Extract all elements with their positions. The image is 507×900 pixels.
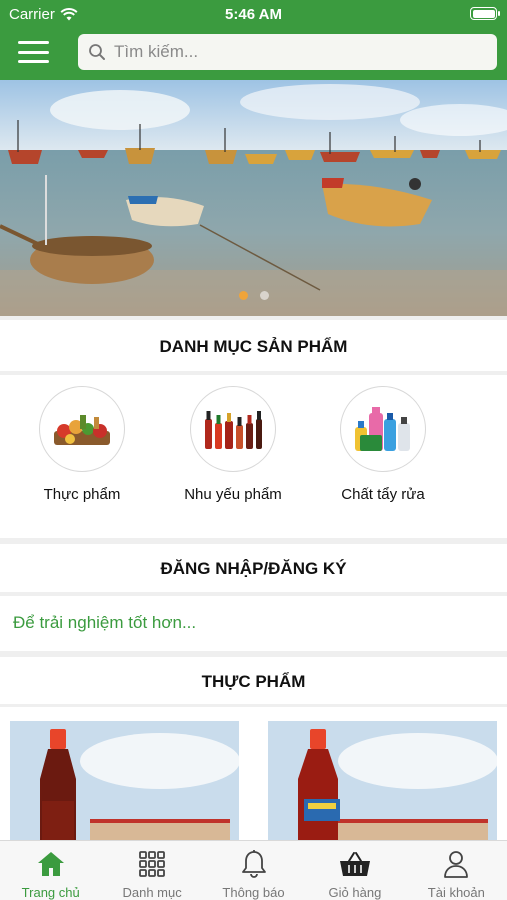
category-label: Chất tẩy rửa — [341, 486, 425, 503]
category-list: Thực phẩm Nhu yếu phẩm Chất tẩy rửa — [0, 375, 507, 538]
category-item-nhu-yeu-pham[interactable]: Nhu yếu phẩm — [158, 386, 308, 503]
basket-icon — [339, 852, 370, 876]
tab-label: Tài khoản — [427, 885, 485, 900]
tab-label: Danh mục — [122, 885, 182, 900]
search-bar[interactable] — [78, 34, 497, 70]
tab-thong-bao[interactable]: Thông báo — [203, 841, 304, 900]
tab-label: Giỏ hàng — [328, 885, 382, 900]
search-icon — [89, 44, 105, 60]
login-prompt-link[interactable]: Để trải nghiệm tốt hơn... — [0, 596, 507, 651]
category-item-chat-tay-rua[interactable]: Chất tẩy rửa — [308, 386, 458, 503]
sauce-bottles-icon — [205, 411, 262, 449]
banner-image — [0, 80, 507, 316]
banner-carousel[interactable] — [0, 80, 507, 316]
groceries-icon — [54, 415, 110, 445]
product-card[interactable] — [0, 707, 246, 847]
carousel-dot[interactable] — [259, 291, 269, 300]
product-image — [268, 721, 497, 847]
bottom-tab-bar: Trang chủ Danh mục Thông báo Giỏ hàng Tà… — [0, 840, 507, 900]
category-label: Nhu yếu phẩm — [184, 486, 282, 503]
login-section-title[interactable]: ĐĂNG NHẬP/ĐĂNG KÝ — [0, 544, 507, 592]
status-bar: Carrier 5:46 AM — [0, 0, 507, 28]
categories-section-title: DANH MỤC SẢN PHẨM — [0, 320, 507, 371]
home-icon — [37, 852, 64, 876]
tab-label: Trang chủ — [21, 885, 80, 900]
fish-sauce-bottle-image — [268, 721, 497, 847]
detergent-icon — [355, 407, 410, 451]
fish-sauce-bottle-image — [10, 721, 239, 847]
category-image — [190, 386, 276, 472]
bell-icon — [241, 850, 266, 878]
hamburger-menu-button[interactable] — [18, 41, 49, 63]
product-card[interactable] — [258, 707, 504, 847]
tab-tai-khoan[interactable]: Tài khoản — [406, 841, 507, 900]
product-grid — [0, 707, 507, 847]
product-image — [10, 721, 239, 847]
grid-icon — [139, 851, 166, 877]
category-label: Thực phẩm — [43, 486, 121, 503]
carousel-pagination — [0, 291, 507, 300]
search-input[interactable] — [114, 42, 494, 62]
battery-icon — [470, 7, 500, 20]
food-section-title: THỰC PHẨM — [0, 657, 507, 704]
tab-trang-chu[interactable]: Trang chủ — [0, 841, 101, 900]
user-icon — [444, 851, 469, 878]
app-header: Carrier 5:46 AM — [0, 0, 507, 80]
category-image — [39, 386, 125, 472]
carousel-dot[interactable] — [238, 291, 248, 300]
category-image — [340, 386, 426, 472]
category-item-thuc-pham[interactable]: Thực phẩm — [7, 386, 157, 503]
tab-danh-muc[interactable]: Danh mục — [101, 841, 202, 900]
tab-gio-hang[interactable]: Giỏ hàng — [304, 841, 405, 900]
status-time: 5:46 AM — [225, 6, 282, 23]
tab-label: Thông báo — [222, 885, 285, 900]
